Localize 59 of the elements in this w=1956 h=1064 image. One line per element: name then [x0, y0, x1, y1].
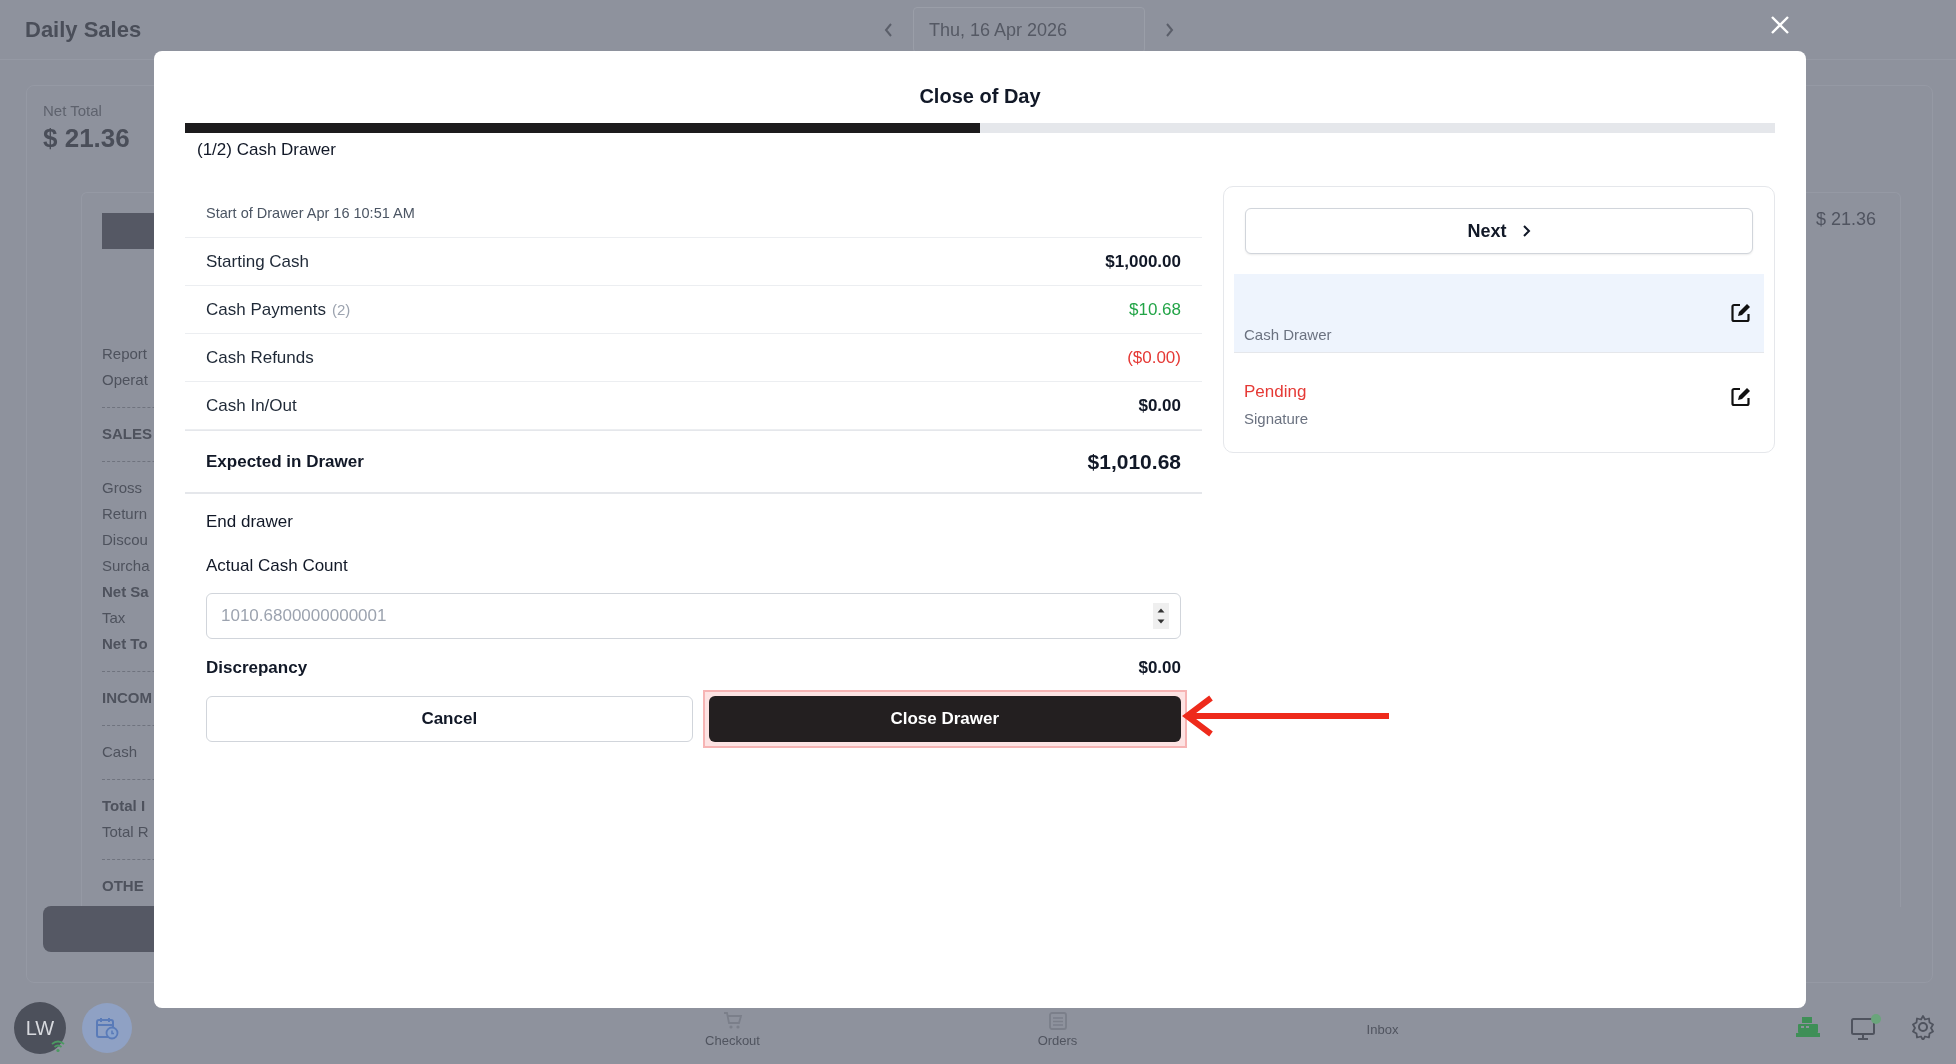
report-line: Net Sa	[102, 582, 149, 602]
report-line: Surcha	[102, 556, 150, 576]
row-value: $10.68	[1129, 299, 1181, 320]
report-line: SALES	[102, 424, 152, 444]
chevron-left-icon[interactable]	[883, 22, 895, 38]
spinner-icon[interactable]	[1153, 603, 1169, 629]
row-label: Cash Refunds	[206, 347, 314, 368]
report-line: Cash	[102, 742, 138, 762]
page-title: Daily Sales	[25, 16, 142, 43]
close-icon[interactable]	[1770, 15, 1790, 35]
section-heading: End drawer	[206, 512, 294, 532]
edit-icon[interactable]	[1730, 302, 1752, 324]
report-line: Gross	[102, 478, 142, 498]
report-line: Total R	[102, 822, 149, 842]
settings-icon[interactable]	[1910, 1014, 1936, 1040]
report-line: Return	[102, 504, 148, 524]
report-line: Net To	[102, 634, 148, 654]
row-label: Starting Cash	[206, 251, 309, 272]
next-button[interactable]: Next	[1245, 208, 1753, 254]
report-line: Report	[102, 344, 148, 364]
discrepancy-value: $0.00	[1138, 658, 1181, 678]
expected-label: Expected in Drawer	[206, 451, 364, 472]
nav-tab[interactable]: Checkout	[570, 1005, 895, 1053]
report-line: Total I	[102, 796, 146, 816]
row-value: ($0.00)	[1127, 347, 1181, 368]
field-label: Actual Cash Count	[206, 556, 349, 576]
monitor-icon[interactable]	[1850, 1013, 1882, 1041]
summary-value: $ 21.36	[43, 123, 130, 154]
step-label: (1/2) Cash Drawer	[196, 139, 337, 160]
wifi-icon	[50, 1039, 66, 1053]
total-value: $ 21.36	[1815, 209, 1876, 230]
chevron-right-icon[interactable]	[1163, 22, 1175, 38]
expected-value: $1,010.68	[1087, 449, 1181, 474]
edit-icon[interactable]	[1730, 386, 1752, 408]
report-line: OTHE	[102, 876, 144, 896]
schedule-icon[interactable]	[82, 1003, 132, 1053]
dialog-title: Close of Day	[918, 84, 1042, 108]
cancel-button[interactable]: Cancel	[206, 696, 693, 742]
report-line: Discou	[102, 530, 148, 550]
report-line: Tax	[102, 608, 126, 628]
report-line: INCOM	[102, 688, 152, 708]
nav-tab[interactable]: Orders	[895, 1005, 1220, 1053]
row-label: Cash In/Out	[206, 395, 297, 416]
drawer-start-text: Start of Drawer Apr 16 10:51 AM	[185, 186, 1202, 238]
row-value: $0.00	[1138, 395, 1181, 416]
step-name: Cash Drawer	[1244, 326, 1332, 343]
step-status: Pending	[1244, 382, 1308, 402]
nav-tab[interactable]: Inbox	[1220, 1005, 1545, 1053]
step-name: Signature	[1244, 410, 1309, 427]
chevron-right-icon	[1520, 224, 1531, 238]
step-item[interactable]: Cash Drawer	[1234, 274, 1764, 353]
cash-count-field[interactable]: 1010.6800000000001	[206, 593, 1181, 639]
user-avatar[interactable]: LW	[14, 1002, 66, 1054]
discrepancy-label: Discrepancy	[206, 658, 308, 678]
close-drawer-button[interactable]: Close Drawer	[708, 696, 1181, 742]
row-value: $1,000.00	[1105, 251, 1181, 272]
row-label: Cash Payments (2)	[206, 299, 351, 320]
report-line: Operat	[102, 370, 148, 390]
step-item[interactable]: Pending Signature	[1234, 353, 1764, 441]
